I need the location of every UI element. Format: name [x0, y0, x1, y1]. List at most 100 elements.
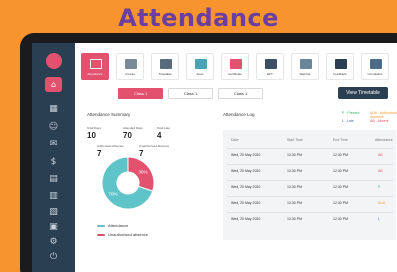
stat-value: 70: [123, 131, 132, 140]
log-key-present: P - Present: [342, 111, 360, 115]
log-cell-start: 12:30 PM: [287, 201, 302, 205]
legend-item: Attendance: [97, 223, 128, 228]
log-key-late: L - Late: [342, 119, 354, 123]
log-cell-end: 12:30 PM: [333, 217, 348, 221]
chat-icon[interactable]: ✉: [48, 138, 59, 149]
class-tab[interactable]: Class 1: [118, 88, 163, 99]
settings-icon[interactable]: ⚙: [48, 236, 59, 247]
legend-item: Unauthorised absence: [97, 232, 148, 237]
legend-label: Unauthorised absence: [108, 232, 149, 237]
row-divider: [227, 180, 393, 181]
row-divider: [227, 164, 393, 165]
home-icon[interactable]: ⌂: [45, 77, 62, 92]
row-divider: [227, 148, 393, 149]
toolbar-item-timetable[interactable]: Timetable: [151, 53, 179, 80]
donut-slice-label: 70%: [109, 191, 118, 196]
column-header: End Time: [333, 138, 348, 142]
grid-icon[interactable]: ▣: [48, 221, 59, 232]
toolbar-item-attendance[interactable]: Attendance: [81, 53, 109, 80]
toolbar-item-label: EFT: [267, 72, 273, 76]
eft-icon: [265, 59, 277, 69]
calendar-icon: [90, 59, 102, 69]
sidebar: ⌂ ▦ ☺ ✉ $ ▤ ▥ ▧ ▣ ⚙ ⏻: [32, 43, 75, 272]
log-cell-end: 12:30 PM: [333, 201, 348, 205]
dollar-icon[interactable]: $: [48, 156, 59, 167]
stat-value: 10: [87, 131, 96, 140]
log-cell-status: L: [378, 217, 380, 221]
toolbar-item-complaints[interactable]: Complaints: [361, 53, 389, 80]
stat-label: Attended Days: [123, 126, 143, 130]
log-key-authorised: AUA - Authorised Absence: [370, 111, 397, 119]
attendance-donut-chart: 70% 30%: [101, 156, 155, 210]
toolbar-item-label: Course: [125, 72, 135, 76]
row-divider: [227, 212, 393, 213]
complaints-icon: [370, 59, 382, 69]
stat-label: Total Days: [87, 126, 102, 130]
toolbar-item-label: Timetable: [158, 72, 172, 76]
toolbar-item-feedback[interactable]: Feedback: [326, 53, 354, 80]
log-cell-status: AB: [378, 153, 383, 157]
book-icon[interactable]: ▤: [48, 173, 59, 184]
legend-swatch: [97, 233, 105, 236]
toolbar-item-referral[interactable]: Referral: [291, 53, 319, 80]
toolbar-item-label: Fees: [196, 72, 204, 76]
toolbar-item-label: Feedback: [333, 72, 347, 76]
absence-label: Unauthorised Absence: [139, 144, 170, 148]
legend-swatch: [97, 224, 105, 227]
log-cell-start: 12:30 PM: [287, 217, 302, 221]
calendar-icon[interactable]: ▦: [48, 103, 59, 114]
user-icon[interactable]: ☺: [48, 121, 59, 132]
log-cell-status: AUA: [378, 201, 386, 205]
toolbar-item-course[interactable]: Course: [116, 53, 144, 80]
log-cell-date: Wed, 20 May 2020: [231, 201, 261, 205]
stat-value: 4: [157, 131, 162, 140]
logout-icon[interactable]: ⏻: [48, 251, 59, 262]
document-icon[interactable]: ▥: [48, 190, 59, 201]
log-title: Attendance Log: [223, 112, 255, 117]
toolbar-item-label: Certificate: [228, 72, 242, 76]
donut-slice-label: 30%: [138, 170, 147, 175]
clipboard-icon[interactable]: ▧: [48, 206, 59, 217]
log-cell-start: 12:30 PM: [287, 169, 302, 173]
toolbar-item-fees[interactable]: Fees: [186, 53, 214, 80]
log-cell-status: P: [378, 185, 381, 189]
log-cell-date: Wed, 20 May 2020: [231, 169, 261, 173]
referral-icon: [300, 59, 312, 69]
toolbar-item-label: Referral: [299, 72, 311, 76]
legend-label: Attendance: [108, 223, 129, 228]
row-divider: [227, 196, 393, 197]
fees-icon: [195, 59, 207, 69]
module-toolbar: Attendance Course Timetable Fees Certificate…: [81, 53, 397, 83]
log-cell-end: 12:30 PM: [333, 185, 348, 189]
log-cell-end: 12:30 PM: [333, 153, 348, 157]
course-icon: [125, 59, 137, 69]
view-timetable-button[interactable]: View Timetable: [338, 87, 388, 99]
main-content: Attendance Course Timetable Fees Certificate…: [75, 43, 397, 272]
toolbar-item-eft[interactable]: EFT: [256, 53, 284, 80]
log-cell-date: Wed, 20 May 2020: [231, 217, 261, 221]
certificate-icon: [230, 59, 242, 69]
log-cell-date: Wed, 20 May 2020: [231, 185, 261, 189]
column-header: Date: [231, 138, 239, 142]
poster-title: Attendance: [118, 4, 279, 32]
app-logo: [46, 53, 62, 69]
absence-label: Authorised Absence: [97, 144, 124, 148]
log-cell-start: 12:30 PM: [287, 153, 302, 157]
log-key-absent: AB - Absent: [370, 119, 389, 123]
timetable-icon: [160, 59, 172, 69]
column-header: Attendance: [375, 138, 393, 142]
toolbar-item-label: Attendance: [87, 72, 103, 76]
log-cell-start: 12:30 PM: [287, 185, 302, 189]
class-tab[interactable]: Class 1: [168, 88, 213, 99]
toolbar-item-certificate[interactable]: Certificate: [221, 53, 249, 80]
log-cell-date: Wed, 20 May 2020: [231, 153, 261, 157]
toolbar-item-label: Complaints: [367, 72, 383, 76]
app-window: ⌂ ▦ ☺ ✉ $ ▤ ▥ ▧ ▣ ⚙ ⏻ Attendance Course Ti…: [32, 43, 397, 272]
stat-label: Total Late: [157, 126, 171, 130]
summary-title: Attendance Summary: [87, 112, 131, 117]
column-header: Start Time: [287, 138, 303, 142]
log-cell-status: AB: [378, 169, 383, 173]
log-cell-end: 12:30 PM: [333, 169, 348, 173]
class-tab[interactable]: Class 1: [218, 88, 263, 99]
feedback-icon: [335, 59, 347, 69]
